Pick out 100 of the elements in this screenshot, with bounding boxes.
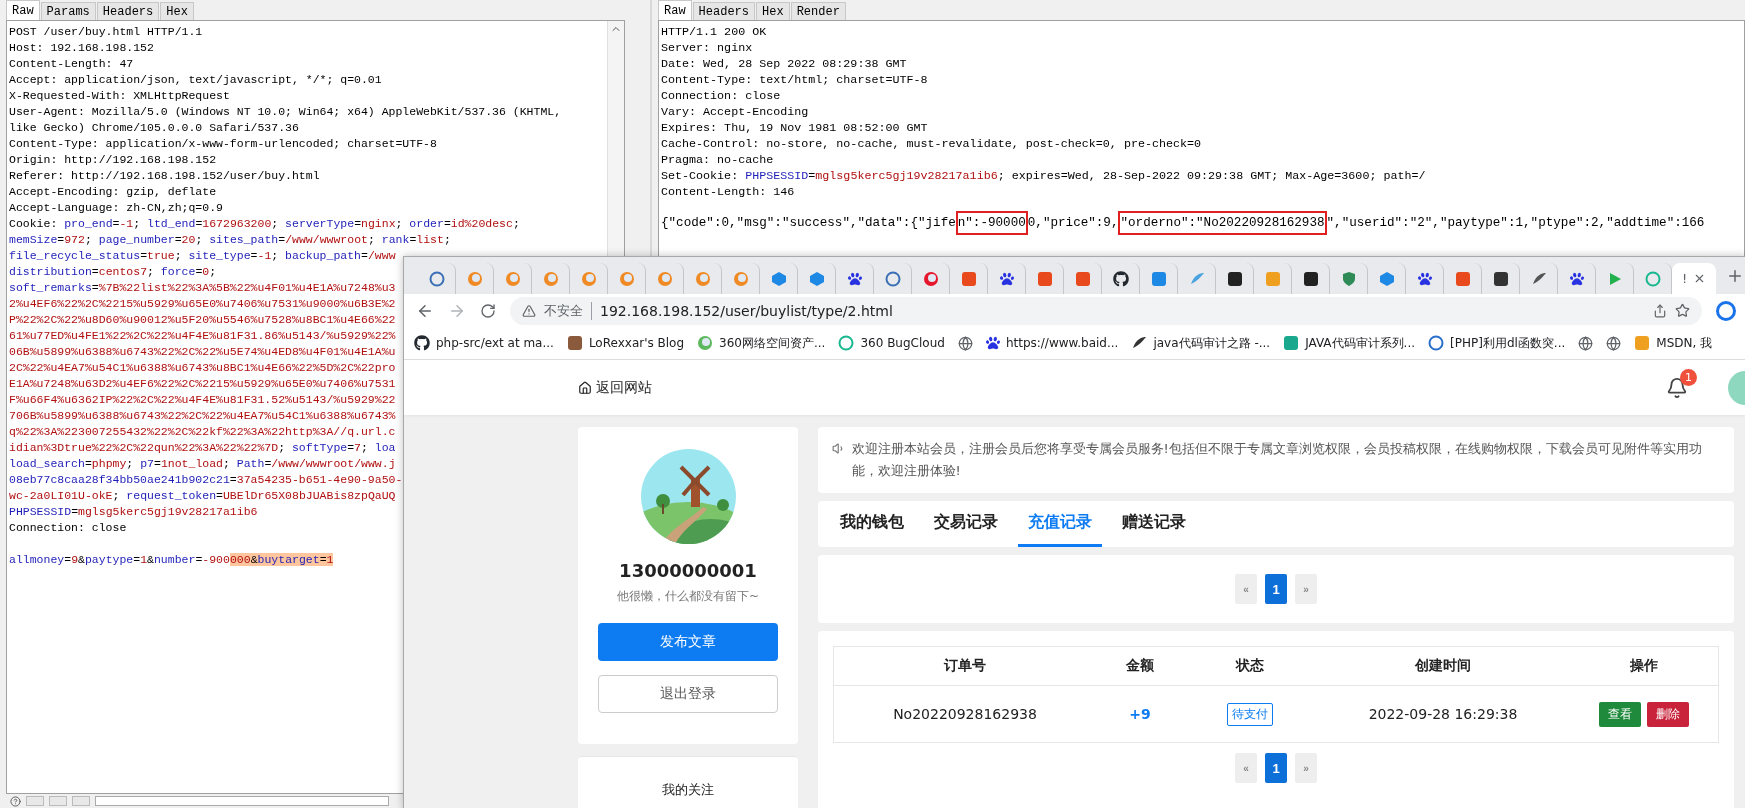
home-icon [578, 380, 592, 395]
notification-badge: 1 [1680, 368, 1697, 386]
request-line: distribution=centos7; force=0; [9, 264, 217, 280]
request-line: memSize=972; page_number=20; sites_path=/www/wwwroot; rank=list; [9, 232, 451, 248]
request-line: E1A%u7248%u63D2%u4EF6%22%2C%2215%u5929%u65E0%u7406%u7531 [9, 376, 396, 392]
editor-tab[interactable]: Headers [692, 2, 756, 20]
bookmark-link[interactable]: MSDN, 我 [1656, 334, 1713, 352]
browser-tab[interactable]: ! [1672, 263, 1716, 294]
editor-tab[interactable]: Raw [658, 0, 692, 20]
request-line: Accept-Language: zh-CN,zh;q=0.9 [9, 200, 223, 216]
bookmark-link[interactable]: 360 BugCloud [860, 336, 945, 350]
url-text: 192.168.198.152/user/buylist/type/2.html [600, 302, 894, 319]
request-line: X-Requested-With: XMLHttpRequest [9, 88, 230, 104]
reload-icon[interactable] [480, 302, 496, 319]
delete-button[interactable]: 删除 [1647, 701, 1689, 727]
bookmark-link[interactable]: php-src/ext at ma... [436, 336, 554, 350]
request-line: Connection: close [9, 520, 127, 536]
request-body: allmoney=9&paytype=1&number=-900000&buytarget=1 [9, 552, 334, 568]
request-line: 61%u77ED%u4FE1%22%2C%22%u4F4E%u81F31.86%u5143/%u5929%22% [9, 328, 396, 344]
amount: +9 [1128, 706, 1152, 722]
bookmark-link[interactable]: java代码审计之路 -... [1153, 334, 1271, 352]
record-tab[interactable]: 我的钱包 [830, 501, 914, 547]
notice-text: 欢迎注册本站会员，注册会员后您将享受专属会员服务!包括但不限于专属文章浏览权限，会员投稿权限，在线购物权限，下载会员可见附件等实用功能，欢迎注册体验! [851, 440, 1703, 480]
request-line: Content-Length: 47 [9, 56, 134, 72]
column-header: 订单号 [942, 657, 987, 675]
logout-button[interactable]: 退出登录 [598, 675, 778, 713]
record-tab[interactable]: 充值记录 [1018, 501, 1102, 547]
request-line: 08eb77c8caa28f34bb50ae241b902c21=37a54235-b651-4e90-9a50- [9, 472, 403, 488]
request-line: Accept: application/json, text/javascript, */*; q=0.01 [9, 72, 382, 88]
request-line: load_search=phpmy; p7=1not_load; Path=/www/wwwroot/www.j [9, 456, 396, 472]
column-header: 操作 [1629, 657, 1659, 675]
response-line: Server: nginx [661, 40, 753, 56]
request-line: 2%u4EF6%22%2C%2215%u5929%u65E0%u7406%u7531%u9000%u6B3E%2 [9, 296, 396, 312]
response-body: {"code":0,"msg":"success","data":{"jife n":-90000 0,"price":9,"orderno":"No20220928162938","userid":"2","paytype":1,"ptype":2,"addtime":166 [661, 212, 1705, 234]
response-line: Vary: Accept-Encoding [661, 104, 809, 120]
response-line: Content-Type: text/html; charset=UTF-8 [661, 72, 928, 88]
order-number: No20220928162938 [892, 706, 1038, 722]
response-line: Content-Length: 146 [661, 184, 795, 200]
response-line: Connection: close [661, 88, 781, 104]
request-line: Accept-Encoding: gzip, deflate [9, 184, 217, 200]
share-icon[interactable] [1653, 303, 1667, 318]
record-tab[interactable]: 赠送记录 [1112, 501, 1196, 547]
request-line: F%u66F4%u6362IP%22%2C%22%u4F4E%u81F31.52%u5143/%u5929%22 [9, 392, 396, 408]
response-line: Date: Wed, 28 Sep 2022 08:29:38 GMT [661, 56, 907, 72]
request-line: q%22%3A%223007255432%22%2C%22kf%22%3A%22http%3A//q.url.c [9, 424, 396, 440]
column-header: 金额 [1125, 657, 1155, 675]
user-name: 13000000001 [619, 560, 757, 581]
request-line: Cookie: pro_end=-1; ltd_end=1672963200; serverType=nginx; order=id%20desc; [9, 216, 520, 232]
profile-icon[interactable] [1716, 300, 1736, 321]
request-line: Referer: http://192.168.198.152/user/buy.html [9, 168, 320, 184]
editor-tab[interactable]: Raw [6, 0, 40, 20]
created-time: 2022-09-28 16:29:38 [1367, 706, 1519, 722]
request-line: POST /user/buy.html HTTP/1.1 [9, 24, 203, 40]
back-to-site-link[interactable]: 返回网站 [596, 378, 652, 397]
bookmark-link[interactable]: https://www.baid... [1005, 336, 1119, 350]
follow-title: 我的关注 [662, 781, 714, 799]
editor-tab[interactable]: Hex [756, 2, 790, 20]
request-line: 2C%22%u4EA7%u54C1%u6388%u6743%u8BC1%u4E66%22%5D%2C%22pro [9, 360, 396, 376]
response-line: Pragma: no-cache [661, 152, 774, 168]
request-line: PHPSESSID=mglsg5kerc5gj19v28217a1ib6 [9, 504, 258, 520]
response-line: HTTP/1.1 200 OK [661, 24, 767, 40]
request-line: idian%3Dtrue%22%2C%22qun%22%3A%22%22%7D; softType=7; loa [9, 440, 396, 456]
editor-tab[interactable]: Headers [96, 2, 160, 20]
user-bio: 他很懒，什么都没有留下~ [616, 588, 760, 605]
response-line: Set-Cookie: PHPSESSID=mglsg5kerc5gj19v28217a1ib6; expires=Wed, 28-Sep-2022 09:29:38 GMT; Max-Age=3600; path=/ [661, 168, 1426, 184]
bookmark-link[interactable]: JAVA代码审计系列... [1305, 334, 1416, 352]
column-header: 状态 [1234, 657, 1265, 675]
status-tag: 待支付 [1227, 702, 1273, 726]
request-line: wc-2a0LI01U-okE; request_token=UBElDr65X08bJUABis8zpQaUQ [9, 488, 396, 504]
bookmark-link[interactable]: [PHP]利用dl函数突... [1450, 334, 1566, 352]
response-line: Expires: Thu, 19 Nov 1981 08:52:00 GMT [661, 120, 928, 136]
request-line: P%22%2C%22%u8D60%u90012%u5F20%u5546%u7528%u8BC1%u4E66%22 [9, 312, 396, 328]
star-icon[interactable] [1675, 303, 1690, 318]
request-line: 06B%u5899%u6388%u6743%22%2C%22%u5E74%u4ED8%u4F01%u4E1A%u [9, 344, 396, 360]
column-header: 创建时间 [1414, 657, 1472, 675]
bell-icon[interactable] [1666, 376, 1688, 399]
editor-tab[interactable]: Params [40, 2, 96, 20]
request-line: Host: 192.168.198.152 [9, 40, 154, 56]
editor-tab[interactable]: Hex [160, 2, 194, 20]
view-button[interactable]: 查看 [1599, 701, 1641, 727]
bookmark-link[interactable]: 360网络空间资产... [719, 334, 826, 352]
request-line: User-Agent: Mozilla/5.0 (Windows NT 10.0; Win64; x64) AppleWebKit/537.36 (KHTML, [9, 104, 562, 120]
request-line: Origin: http://192.168.198.152 [9, 152, 217, 168]
response-line: Cache-Control: no-store, no-cache, must-revalidate, post-check=0, pre-check=0 [661, 136, 1202, 152]
security-label: 不安全 [544, 301, 592, 320]
request-line: like Gecko) Chrome/105.0.0.0 Safari/537.36 [9, 120, 299, 136]
record-tab[interactable]: 交易记录 [924, 501, 1008, 547]
address-bar[interactable]: 不安全 192.168.198.152/user/buylist/type/2.html [510, 296, 1702, 325]
request-line: file_recycle_status=true; site_type=-1; backup_path=/www [9, 248, 396, 264]
bookmark-link[interactable]: LoRexxar's Blog [588, 336, 685, 350]
search-field[interactable] [95, 796, 389, 806]
help-icon[interactable] [10, 796, 21, 807]
editor-tab[interactable]: Render [790, 2, 846, 20]
page-button[interactable]: 1 [1265, 753, 1287, 783]
publish-button[interactable]: 发布文章 [598, 623, 778, 661]
page-button[interactable]: 1 [1265, 574, 1287, 604]
request-line: 706B%u5899%u6388%u6743%22%2C%22%u4EA7%u54C1%u6388%u6743% [9, 408, 396, 424]
request-line: soft_remarks=%7B%22list%22%3A%5B%22%u4F01%u4E1A%u7248%u3 [9, 280, 396, 296]
request-line: Content-Type: application/x-www-form-urlencoded; charset=UTF-8 [9, 136, 437, 152]
warning-icon [522, 303, 536, 318]
